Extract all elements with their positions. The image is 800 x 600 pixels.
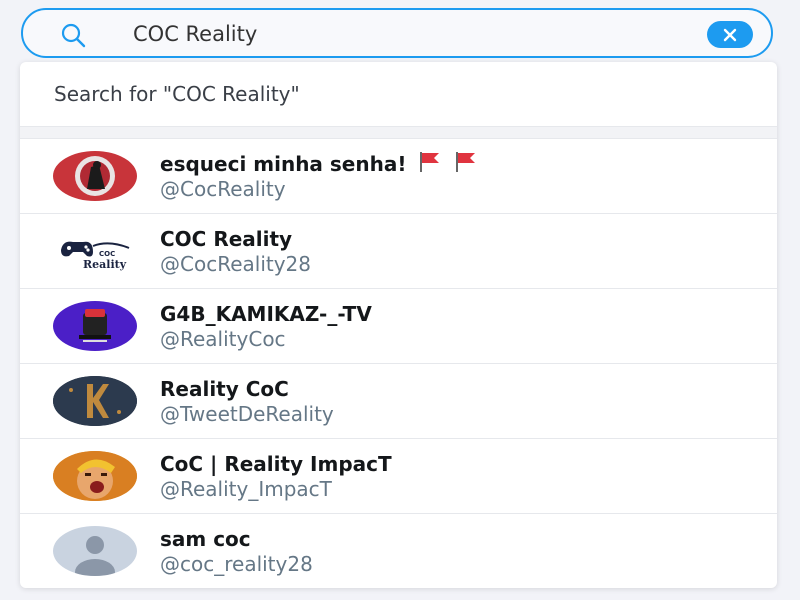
avatar-image	[53, 451, 137, 501]
search-results-dropdown: Search for "COC Reality" esqueci minha s…	[20, 62, 777, 588]
section-divider	[20, 126, 777, 138]
avatar: COC Reality	[53, 226, 137, 276]
user-handle: @CocReality	[160, 177, 286, 201]
red-flag-icon	[456, 152, 476, 172]
avatar	[53, 301, 137, 351]
avatar	[53, 451, 137, 501]
avatar-logo-text: COC	[99, 250, 115, 258]
user-handle: @RealityCoc	[160, 327, 286, 351]
user-handle: @TweetDeReality	[160, 402, 334, 426]
user-handle: @coc_reality28	[160, 552, 313, 576]
user-result-row[interactable]: G4B_KAMIKAZ-_-TV @RealityCoc	[20, 288, 777, 363]
avatar-image	[79, 309, 111, 342]
user-result-row[interactable]: COC Reality COC Reality @CocReality28	[20, 213, 777, 288]
avatar-logo-text: Reality	[83, 258, 127, 271]
avatar	[53, 376, 137, 426]
avatar-image	[75, 156, 115, 196]
user-handle: @CocReality28	[160, 252, 311, 276]
search-bar[interactable]	[21, 8, 773, 58]
avatar-image: COC Reality	[61, 241, 130, 271]
user-result-row[interactable]: esqueci minha senha! @CocReality	[20, 138, 777, 213]
user-result-row[interactable]: sam coc @coc_reality28	[20, 513, 777, 588]
user-handle: @Reality_ImpacT	[160, 477, 332, 501]
display-name: G4B_KAMIKAZ-_-TV	[160, 302, 372, 326]
user-result-row[interactable]: Reality CoC @TweetDeReality	[20, 363, 777, 438]
user-result-row[interactable]: CoC | Reality ImpacT @Reality_ImpacT	[20, 438, 777, 513]
avatar	[53, 151, 137, 201]
search-input[interactable]	[133, 17, 693, 51]
search-for-query-item[interactable]: Search for "COC Reality"	[20, 62, 777, 126]
avatar	[53, 526, 137, 576]
display-name: sam coc	[160, 527, 251, 551]
display-name: CoC | Reality ImpacT	[160, 452, 392, 476]
avatar-image	[53, 376, 137, 426]
display-name: Reality CoC	[160, 377, 289, 401]
display-name: COC Reality	[160, 227, 293, 251]
close-icon	[723, 28, 737, 41]
default-user-icon	[75, 536, 115, 576]
red-flag-icon	[420, 152, 440, 172]
display-name: esqueci minha senha!	[160, 152, 407, 176]
clear-search-button[interactable]	[707, 21, 753, 48]
search-icon	[61, 23, 86, 48]
